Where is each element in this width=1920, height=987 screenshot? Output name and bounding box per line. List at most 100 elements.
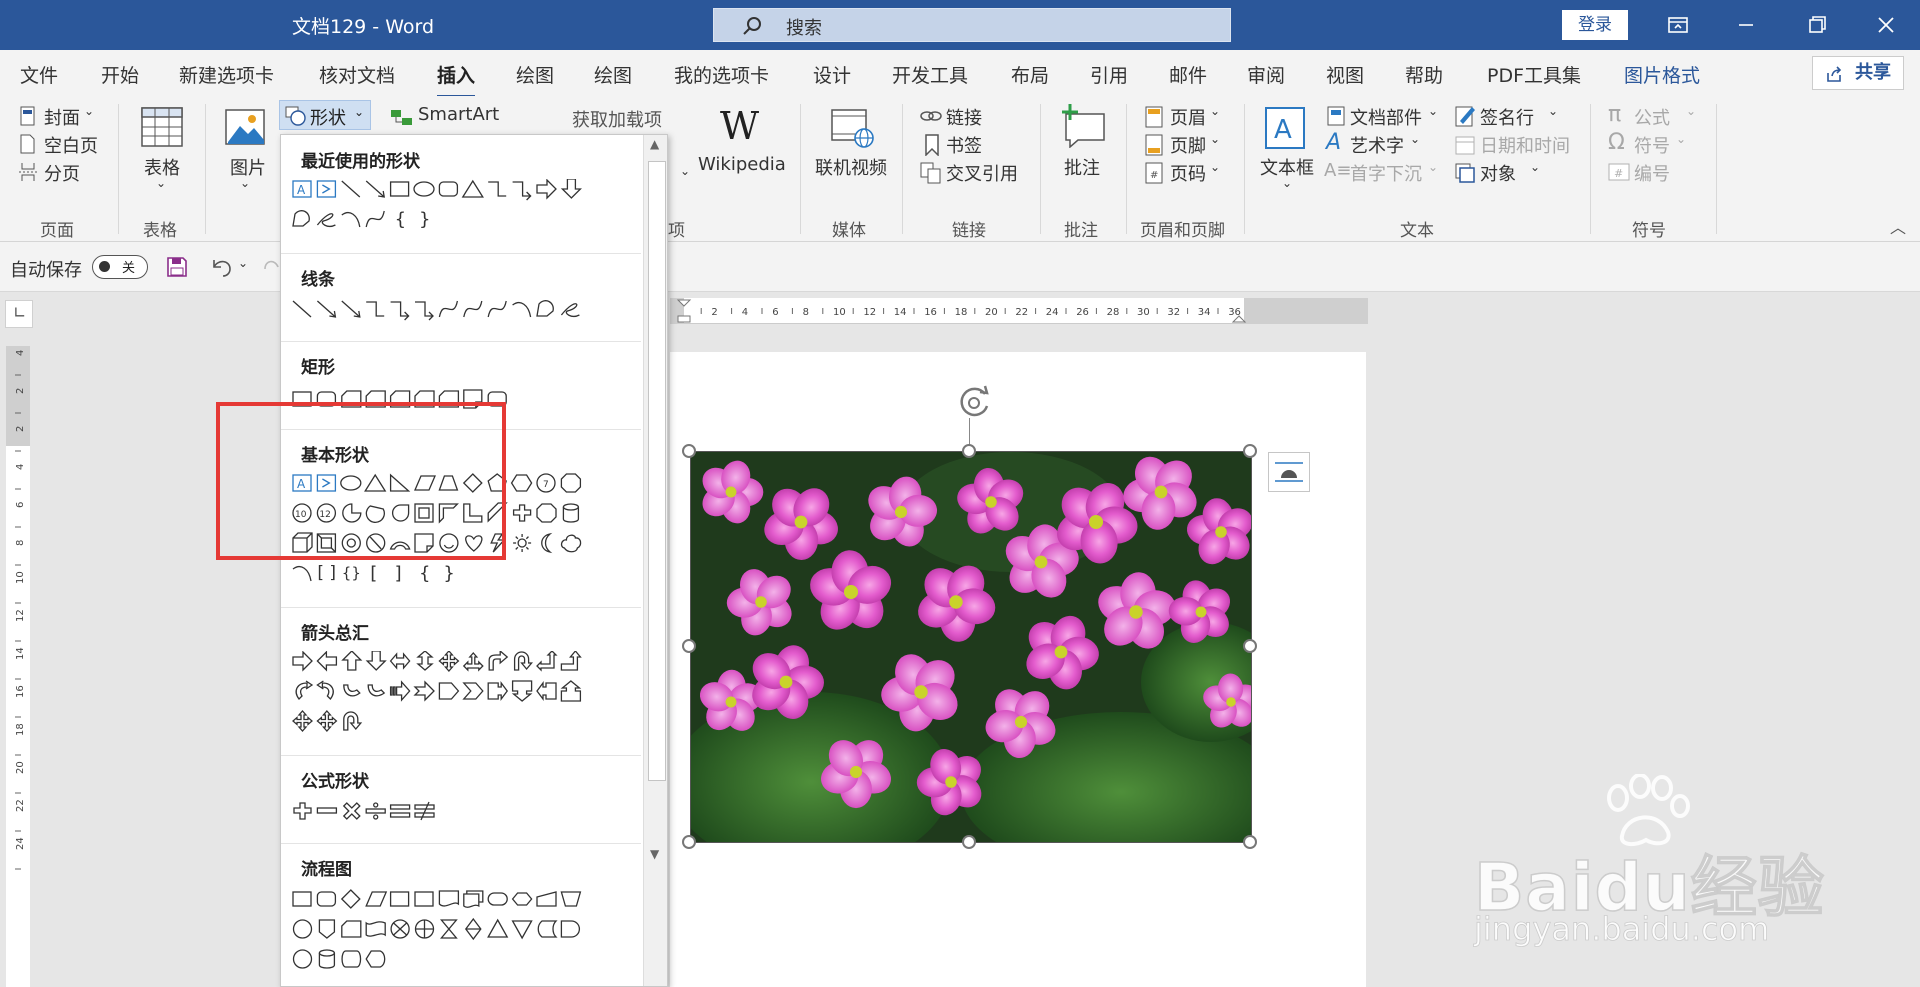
shape-merge[interactable] (511, 920, 533, 940)
shape-arrowU[interactable] (341, 651, 363, 671)
shape-curve[interactable] (487, 300, 507, 318)
comment-icon[interactable] (1058, 102, 1108, 148)
first-line-indent-marker[interactable] (676, 299, 692, 307)
shape-rbracket[interactable]: ] (395, 563, 402, 584)
shape-arrowD[interactable] (365, 651, 387, 671)
shape-elbowarrow[interactable] (512, 181, 532, 201)
equation-button[interactable]: 公式 (1634, 104, 1670, 130)
shape-curve[interactable] (438, 300, 459, 318)
wordart-button[interactable]: 艺术字 (1350, 132, 1404, 158)
tab-picture-format[interactable]: 图片格式 (1624, 61, 1700, 88)
shape-quadarrow[interactable] (316, 710, 338, 732)
shape-quadarrow[interactable] (292, 710, 313, 732)
shape-arc[interactable] (292, 566, 312, 582)
tab-design[interactable]: 设计 (813, 61, 851, 88)
header-button[interactable]: 页眉 (1170, 104, 1206, 130)
shape-bracepair[interactable]: {} (342, 564, 361, 582)
shape-freeform[interactable] (536, 300, 554, 317)
shape-extract[interactable] (487, 918, 509, 938)
tab-layout[interactable]: 布局 (1011, 61, 1049, 88)
picture-icon[interactable] (224, 108, 266, 146)
shape-divide[interactable] (365, 802, 386, 820)
share-button[interactable]: 共享 (1812, 56, 1904, 90)
gallery-scrollbar[interactable]: ▲ ▼ (643, 135, 667, 986)
rotate-handle-icon[interactable] (954, 384, 994, 422)
shape-document[interactable] (438, 890, 460, 907)
text-box-icon[interactable]: A (1264, 106, 1306, 150)
recent-shapes-row[interactable]: A {} (281, 179, 641, 239)
vertical-ruler[interactable]: 4 2 2 4 6 8 10 12 14 16 18 20 22 24 (6, 346, 30, 987)
shape-cylinder[interactable] (562, 503, 580, 523)
shape-sun[interactable] (513, 534, 532, 552)
shape-octagon[interactable] (560, 473, 582, 493)
left-indent-marker[interactable] (677, 315, 691, 323)
shape-curvedU[interactable] (343, 684, 361, 697)
shape-uturn[interactable] (513, 651, 533, 671)
date-time-button[interactable]: 日期和时间 (1480, 132, 1570, 158)
selected-picture[interactable] (690, 451, 1252, 843)
shape-notequal[interactable] (414, 801, 435, 821)
collapse-ribbon-icon[interactable]: ︿ (1890, 214, 1906, 238)
tab-my-tab[interactable]: 我的选项卡 (674, 61, 769, 88)
addins-button[interactable]: 获取加载项 (572, 106, 662, 132)
symbol-button[interactable]: 符号 (1634, 132, 1670, 158)
shape-bracketpair[interactable]: [ ] (317, 563, 336, 583)
minimize-icon[interactable] (1726, 10, 1766, 40)
tab-selector[interactable]: ∟ (5, 300, 33, 328)
shape-rect[interactable] (389, 891, 410, 907)
shape-elbowarrow[interactable] (390, 301, 410, 321)
shape-or[interactable] (414, 919, 435, 939)
table-icon[interactable] (140, 106, 184, 148)
lines-row[interactable] (281, 297, 641, 327)
tab-new-custom[interactable]: 新建选项卡 (179, 61, 274, 88)
horizontal-ruler[interactable]: 2 4 6 8 10 12 14 16 18 20 22 24 26 28 30 32 34 36 (670, 298, 1368, 324)
cover-page-button[interactable]: 封面 (44, 104, 80, 130)
shape-multiply[interactable] (342, 802, 361, 820)
shape-punchtape[interactable] (365, 921, 386, 937)
shape-upcallout[interactable] (560, 680, 582, 702)
shape-notched[interactable] (413, 680, 435, 702)
shape-moon[interactable] (541, 532, 553, 554)
shape-arrowD[interactable] (560, 179, 582, 199)
shape-collate[interactable] (440, 919, 458, 939)
shape-offpage[interactable] (318, 919, 336, 939)
scroll-down-icon[interactable]: ▼ (650, 847, 659, 861)
signature-line-button[interactable]: 签名行 (1480, 104, 1534, 130)
shape-leftcallout[interactable] (536, 681, 557, 701)
shape-curve[interactable] (463, 300, 483, 318)
shape-curvedU[interactable] (367, 684, 386, 697)
resize-handle-s[interactable] (962, 835, 976, 849)
shape-freeform[interactable] (292, 210, 310, 227)
shape-lbrace[interactable]: { (395, 209, 406, 230)
shape-curvedL[interactable] (316, 680, 334, 700)
shape-terminator[interactable] (487, 892, 508, 906)
shape-elbowarrow[interactable] (415, 301, 434, 321)
page-number-button[interactable]: 页码 (1170, 160, 1206, 186)
shape-prep[interactable] (511, 892, 533, 906)
shape-bentarrow[interactable] (488, 651, 509, 671)
tab-developer[interactable]: 开发工具 (892, 61, 968, 88)
shape-rightcallout[interactable] (487, 681, 509, 701)
resize-handle-nw[interactable] (682, 444, 696, 458)
shape-plus[interactable] (293, 802, 312, 820)
shape-scribble[interactable] (560, 303, 580, 317)
shape-arrowline[interactable] (341, 300, 361, 318)
shape-arrowUD[interactable] (416, 651, 434, 671)
tab-pdf-tools[interactable]: PDF工具集 (1487, 61, 1581, 88)
tab-view[interactable]: 视图 (1326, 61, 1364, 88)
shape-arrowline[interactable] (316, 300, 337, 318)
shape-hexagon[interactable] (510, 474, 533, 492)
resize-handle-w[interactable] (682, 639, 696, 653)
shape-arrowR[interactable] (292, 651, 313, 672)
shape-chevron[interactable] (462, 682, 484, 700)
shape-elbow[interactable] (488, 181, 507, 197)
link-button[interactable]: 链接 (946, 104, 982, 130)
shape-bentup[interactable] (560, 651, 582, 671)
shape-leftrightup[interactable] (462, 652, 484, 672)
shape-storeddata[interactable] (537, 920, 558, 938)
page-break-button[interactable]: 分页 (44, 160, 80, 186)
shape-rect[interactable] (292, 891, 312, 907)
wikipedia-button[interactable]: Wikipedia (698, 154, 786, 175)
tab-draw-2[interactable]: 绘图 (594, 61, 632, 88)
shapes-gallery[interactable]: 最近使用的形状 A{} 线条 矩形 基本形状 A 7 10 12[ ]{}[]{} 箭… (280, 134, 668, 987)
